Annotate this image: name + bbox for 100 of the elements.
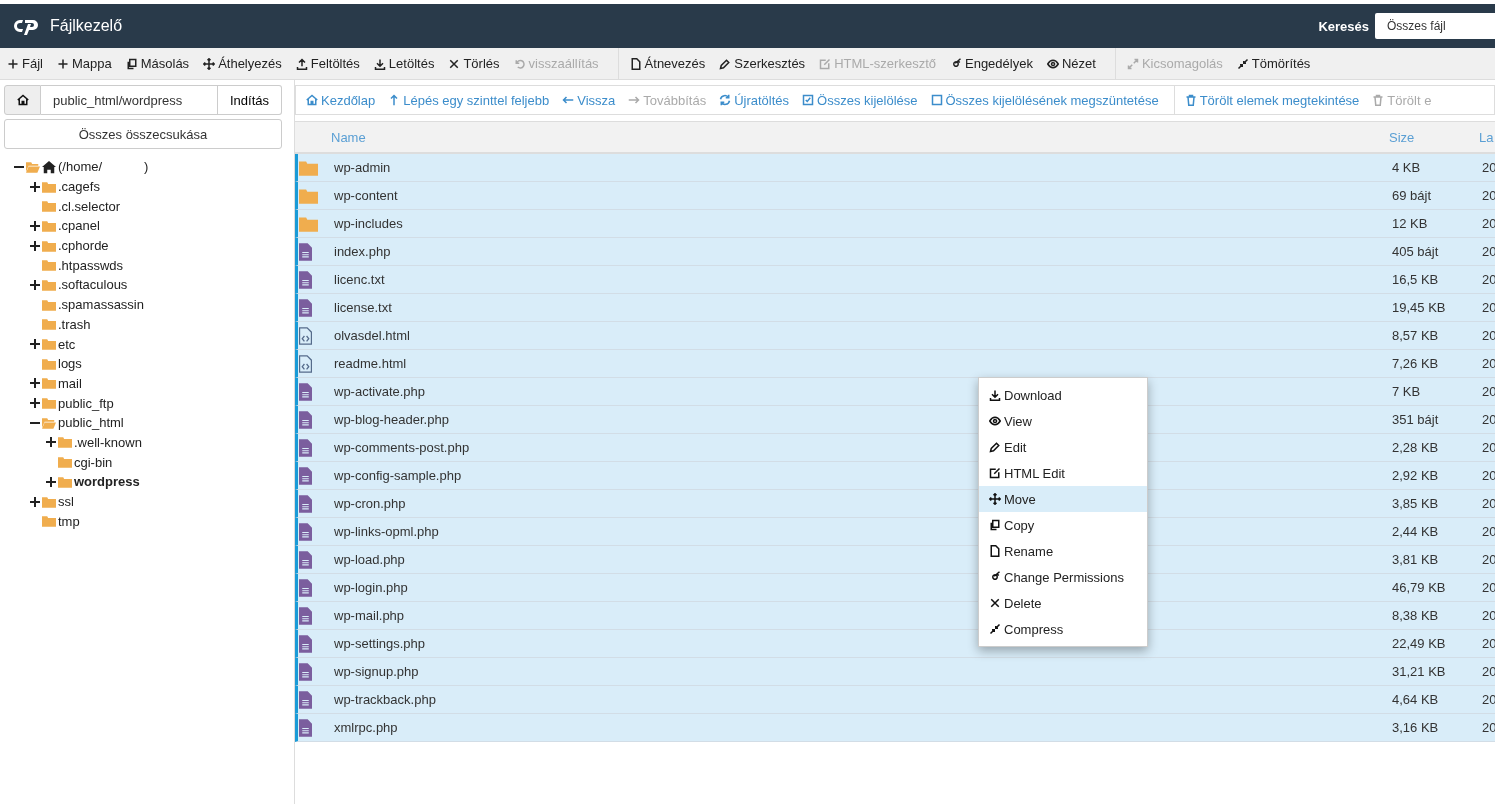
expand-toggle-icon[interactable] — [30, 220, 40, 231]
navigation-link[interactable]: Újratöltés — [715, 88, 799, 112]
folder-icon — [42, 318, 56, 331]
navigation-link[interactable]: Törölt elemek megtekintése — [1180, 88, 1369, 112]
toolbar-button[interactable]: Mappa — [53, 52, 123, 75]
toolbar-button[interactable]: Tömörítés — [1233, 52, 1322, 75]
path-field[interactable]: public_html/wordpress — [41, 85, 218, 115]
tree-item[interactable]: .cl.selector — [58, 198, 121, 214]
menu-item[interactable]: Move — [979, 486, 1147, 512]
folder-icon — [42, 200, 56, 213]
file-row[interactable]: xmlrpc.php 3,16 KB 20 — [295, 714, 1495, 742]
tree-item[interactable]: .cagefs — [58, 179, 100, 195]
file-row[interactable]: wp-content 69 bájt 20 — [295, 182, 1495, 210]
toolbar-button[interactable]: Törlés — [445, 52, 511, 75]
tree-item[interactable]: (/home/ — [58, 159, 103, 175]
expand-toggle-icon[interactable] — [30, 240, 40, 251]
tree-item[interactable]: etc — [58, 336, 76, 352]
table-cell: 20 — [1482, 636, 1495, 651]
x-icon — [989, 597, 1001, 609]
expand-toggle-icon[interactable] — [30, 398, 40, 409]
navigation-link[interactable]: Lépés egy szinttel feljebb — [384, 88, 559, 112]
tree-item[interactable]: cgi-bin — [74, 454, 113, 470]
cpanel-logo-icon — [14, 17, 40, 35]
app-title: Fájlkezelő — [50, 17, 123, 35]
tree-item[interactable]: .well-known — [74, 434, 142, 450]
file-name: wp-load.php — [334, 552, 405, 567]
folder-icon — [42, 219, 56, 232]
file-row[interactable]: olvasdel.html 8,57 KB 20 — [295, 322, 1495, 350]
table-cell: 20 — [1482, 524, 1495, 539]
toolbar-button[interactable]: Nézet — [1043, 52, 1107, 75]
tree-item[interactable]: mail — [58, 375, 82, 391]
tree-item[interactable]: .softaculous — [58, 277, 128, 293]
file-row[interactable]: index.php 405 bájt 20 — [295, 238, 1495, 266]
file-name: licenc.txt — [334, 272, 385, 287]
toolbar-button[interactable]: Letöltés — [370, 52, 446, 75]
toolbar-button[interactable]: Áthelyezés — [200, 52, 293, 75]
expand-toggle-icon[interactable] — [46, 437, 56, 448]
navigation-link[interactable]: Összes kijelölésének megszüntetése — [926, 88, 1168, 112]
trash-icon — [1184, 94, 1197, 106]
tree-item[interactable]: .cpanel — [58, 218, 100, 234]
folder-icon — [42, 278, 56, 291]
file-size: 405 bájt — [1392, 244, 1440, 259]
toolbar-button[interactable]: Fájl — [4, 52, 54, 75]
navigation-link[interactable]: Kezdőlap — [302, 88, 385, 112]
file-row[interactable]: readme.html 7,26 KB 20 — [295, 350, 1495, 378]
key-icon — [989, 571, 1001, 583]
collapse-all-button[interactable]: Összes összecsukása — [4, 119, 282, 149]
tree-item[interactable]: public_html — [58, 415, 124, 431]
tree-item[interactable]: .trash — [58, 316, 91, 332]
file-size: 8,38 KB — [1392, 608, 1440, 623]
file-row[interactable]: license.txt 19,45 KB 20 — [295, 294, 1495, 322]
file-row[interactable]: wp-includes 12 KB 20 — [295, 210, 1495, 238]
menu-item[interactable]: Edit — [979, 434, 1147, 460]
toolbar-button[interactable]: Átnevezés — [626, 52, 717, 75]
file-row[interactable]: wp-admin 4 KB 20 — [295, 154, 1495, 182]
expand-toggle-icon[interactable] — [30, 496, 40, 507]
expand-toggle-icon[interactable] — [30, 181, 40, 192]
file-size: 16,5 KB — [1392, 272, 1440, 287]
file-row[interactable]: wp-signup.php 31,21 KB 20 — [295, 658, 1495, 686]
file-row[interactable]: wp-trackback.php 4,64 KB 20 — [295, 686, 1495, 714]
toolbar-button[interactable]: Engedélyek — [947, 52, 1044, 75]
tree-item[interactable]: .htpasswds — [58, 257, 124, 273]
tree-item[interactable]: ssl — [58, 494, 74, 510]
menu-item[interactable]: HTML Edit — [979, 460, 1147, 486]
go-button[interactable]: Indítás — [217, 85, 282, 115]
tree-item-suffix: ) — [144, 159, 149, 175]
html-file-icon — [299, 326, 312, 345]
folder-icon — [58, 436, 72, 449]
toolbar-button[interactable]: Feltöltés — [292, 52, 371, 75]
file-name: license.txt — [334, 300, 392, 315]
home-button[interactable] — [4, 85, 41, 115]
file-name: readme.html — [334, 356, 407, 371]
menu-item[interactable]: Download — [979, 382, 1147, 408]
eye-icon — [1046, 57, 1059, 70]
file-icon — [629, 57, 642, 70]
edit-icon — [819, 57, 832, 70]
tree-item[interactable]: public_ftp — [58, 395, 114, 411]
navigation-link[interactable]: Összes kijelölése — [798, 88, 927, 112]
tree-item[interactable]: tmp — [58, 513, 80, 529]
html-file-icon — [299, 354, 312, 373]
file-icon — [299, 466, 312, 485]
search-scope-select[interactable]: Összes fájl — [1375, 13, 1495, 39]
file-row[interactable]: licenc.txt 16,5 KB 20 — [295, 266, 1495, 294]
navigation-link[interactable]: Vissza — [558, 88, 625, 112]
expand-toggle-icon[interactable] — [46, 476, 56, 487]
tree-item[interactable]: wordpress — [74, 474, 140, 490]
tree-item[interactable]: .cphorde — [58, 238, 109, 254]
trash-icon — [1372, 94, 1385, 106]
toolbar-button[interactable]: Másolás — [122, 52, 201, 75]
menu-item[interactable]: View — [979, 408, 1147, 434]
tree-item[interactable]: logs — [58, 356, 82, 372]
checkbox-checked-icon — [802, 94, 815, 106]
expand-toggle-icon[interactable] — [30, 339, 40, 350]
key-icon — [950, 57, 962, 70]
tree-item[interactable]: .spamassassin — [58, 297, 144, 313]
toolbar-button[interactable]: Szerkesztés — [716, 52, 817, 75]
expand-toggle-icon[interactable] — [30, 279, 40, 290]
table-cell: 20 — [1482, 188, 1495, 203]
expand-toggle-icon[interactable] — [30, 378, 40, 389]
file-size: 351 bájt — [1392, 412, 1440, 427]
